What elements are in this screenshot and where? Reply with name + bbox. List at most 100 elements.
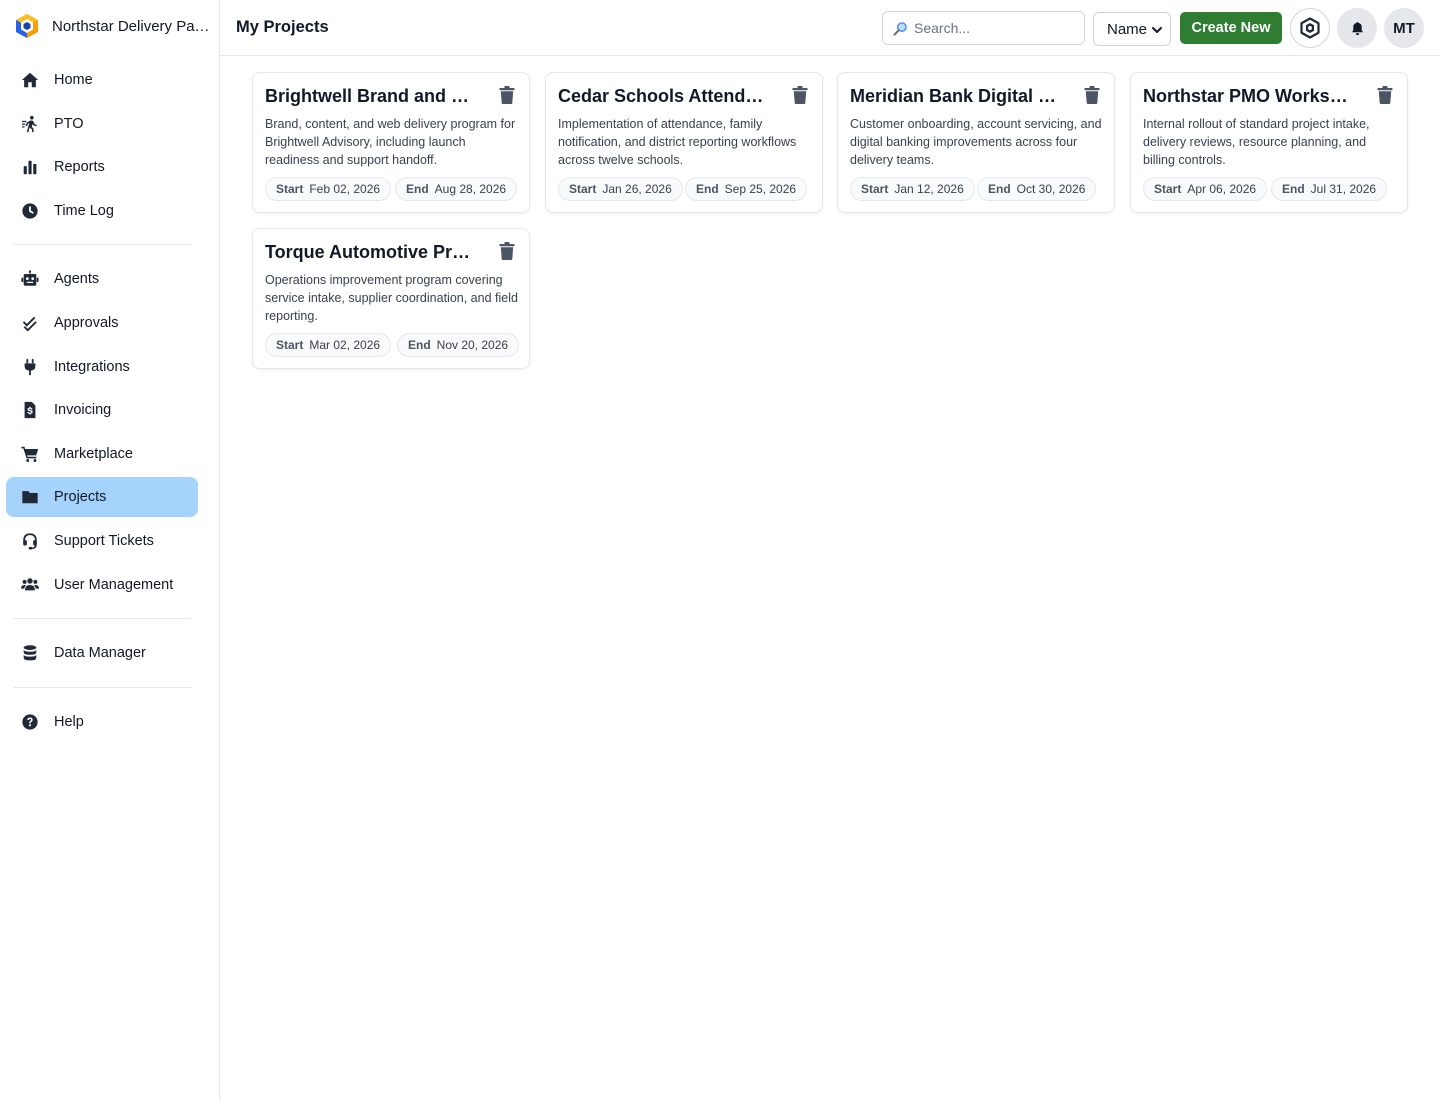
clock-icon — [20, 201, 40, 221]
page-title: My Projects — [236, 18, 329, 36]
bar-chart-icon — [20, 157, 40, 177]
avatar[interactable]: MT — [1384, 8, 1424, 48]
project-title[interactable]: Meridian Bank Digital Onboarding — [850, 86, 1064, 107]
app-logo-icon — [1300, 17, 1320, 39]
sidebar-item-integrations[interactable]: Integrations — [6, 347, 198, 387]
headset-icon — [20, 531, 40, 551]
project-title[interactable]: Cedar Schools Attendance Platform — [558, 86, 772, 107]
end-date: Nov 20, 2026 — [436, 338, 509, 352]
end-label: End — [406, 182, 429, 196]
project-title[interactable]: Brightwell Brand and Web Launch — [265, 86, 479, 107]
end-label: End — [1282, 182, 1305, 196]
end-label: End — [408, 338, 431, 352]
sidebar-item-invoicing[interactable]: Invoicing — [6, 390, 198, 430]
project-title[interactable]: Northstar PMO Workspace Rollout — [1143, 86, 1357, 107]
start-date-chip: Start Feb 02, 2026 — [265, 177, 392, 201]
project-card[interactable]: Northstar PMO Workspace Rollout Internal… — [1130, 72, 1408, 213]
brand[interactable]: Northstar Delivery Partners — [14, 12, 210, 40]
start-date-chip: Start Apr 06, 2026 — [1143, 177, 1268, 201]
trash-icon[interactable] — [499, 86, 515, 104]
sidebar-item-pto[interactable]: PTO — [6, 104, 198, 144]
double-check-icon — [20, 313, 40, 333]
end-date-chip: End Jul 31, 2026 — [1271, 177, 1388, 201]
start-label: Start — [276, 182, 304, 196]
sidebar-item-data-manager[interactable]: Data Manager — [6, 633, 198, 673]
sidebar-item-time-log[interactable]: Time Log — [6, 191, 198, 231]
sidebar-item-help[interactable]: Help — [6, 702, 198, 742]
sidebar-item-agents[interactable]: Agents — [6, 259, 198, 299]
org-name: Northstar Delivery Partners — [52, 17, 210, 35]
start-date: Apr 06, 2026 — [1187, 182, 1257, 196]
start-date: Mar 02, 2026 — [309, 338, 381, 352]
sidebar-item-label: Projects — [54, 489, 107, 505]
project-title[interactable]: Torque Automotive Process Program — [265, 242, 479, 263]
trash-icon[interactable] — [1084, 86, 1100, 104]
app-switcher-button[interactable] — [1290, 8, 1330, 48]
brand-logo-icon — [16, 14, 38, 38]
start-label: Start — [1154, 182, 1182, 196]
sidebar-item-user-management[interactable]: User Management — [6, 565, 198, 605]
sidebar: Northstar Delivery Partners Home PTO Rep… — [0, 0, 220, 1100]
sidebar-item-marketplace[interactable]: Marketplace — [6, 434, 198, 474]
project-description: Customer onboarding, account servicing, … — [850, 117, 1102, 167]
start-date-chip: Start Jan 26, 2026 — [558, 177, 683, 201]
end-date: Oct 30, 2026 — [1016, 182, 1086, 196]
start-date: Jan 26, 2026 — [602, 182, 672, 196]
robot-icon — [20, 269, 40, 289]
project-description: Internal rollout of standard project int… — [1143, 117, 1370, 167]
avatar-initials: MT — [1393, 19, 1415, 37]
sort-select[interactable]: Name — [1093, 12, 1171, 46]
start-label: Start — [569, 182, 597, 196]
project-card[interactable]: Meridian Bank Digital Onboarding Custome… — [837, 72, 1115, 213]
top-bar: My Projects Name Create New MT — [220, 0, 1440, 56]
sidebar-divider — [14, 244, 191, 245]
sidebar-item-label: User Management — [54, 577, 174, 593]
start-date-chip: Start Mar 02, 2026 — [265, 333, 392, 357]
sidebar-item-projects[interactable]: Projects — [6, 477, 198, 517]
sidebar-item-label: Time Log — [54, 203, 114, 219]
database-icon — [20, 643, 40, 663]
sidebar-item-label: Agents — [54, 271, 100, 287]
project-card[interactable]: Torque Automotive Process Program Operat… — [252, 228, 530, 369]
sidebar-item-support-tickets[interactable]: Support Tickets — [6, 521, 198, 561]
project-description: Implementation of attendance, family not… — [558, 117, 797, 167]
project-card[interactable]: Cedar Schools Attendance Platform Implem… — [545, 72, 823, 213]
end-label: End — [696, 182, 719, 196]
end-date: Sep 25, 2026 — [724, 182, 797, 196]
sidebar-item-label: Support Tickets — [54, 533, 154, 549]
start-date-chip: Start Jan 12, 2026 — [850, 177, 975, 201]
sidebar-item-label: Invoicing — [54, 402, 112, 418]
project-description: Brand, content, and web delivery program… — [265, 117, 516, 167]
end-date-chip: End Aug 28, 2026 — [395, 177, 518, 201]
plug-icon — [20, 357, 40, 377]
end-date-chip: End Oct 30, 2026 — [977, 177, 1097, 201]
question-icon — [20, 712, 40, 732]
sidebar-item-label: Help — [54, 714, 84, 730]
project-card[interactable]: Brightwell Brand and Web Launch Brand, c… — [252, 72, 530, 213]
end-date-chip: End Sep 25, 2026 — [685, 177, 808, 201]
sidebar-item-reports[interactable]: Reports — [6, 147, 198, 187]
sidebar-item-label: Reports — [54, 159, 105, 175]
trash-icon[interactable] — [792, 86, 808, 104]
sidebar-item-approvals[interactable]: Approvals — [6, 303, 198, 343]
start-label: Start — [276, 338, 304, 352]
search-box[interactable] — [882, 11, 1085, 45]
home-icon — [20, 70, 40, 90]
trash-icon[interactable] — [1377, 86, 1393, 104]
end-label: End — [988, 182, 1011, 196]
start-date: Feb 02, 2026 — [309, 182, 381, 196]
trash-icon[interactable] — [499, 242, 515, 260]
sidebar-divider — [14, 687, 191, 688]
walking-icon — [20, 114, 40, 134]
search-icon — [893, 21, 907, 36]
sidebar-item-home[interactable]: Home — [6, 60, 198, 100]
sidebar-item-label: Marketplace — [54, 446, 133, 462]
users-icon — [20, 575, 40, 595]
sidebar-divider — [14, 618, 191, 619]
start-label: Start — [861, 182, 889, 196]
notifications-button[interactable] — [1337, 8, 1377, 48]
bell-icon — [1351, 21, 1363, 35]
sidebar-item-label: Home — [54, 72, 93, 88]
create-new-button[interactable]: Create New — [1180, 12, 1282, 44]
search-input[interactable] — [914, 20, 1074, 36]
